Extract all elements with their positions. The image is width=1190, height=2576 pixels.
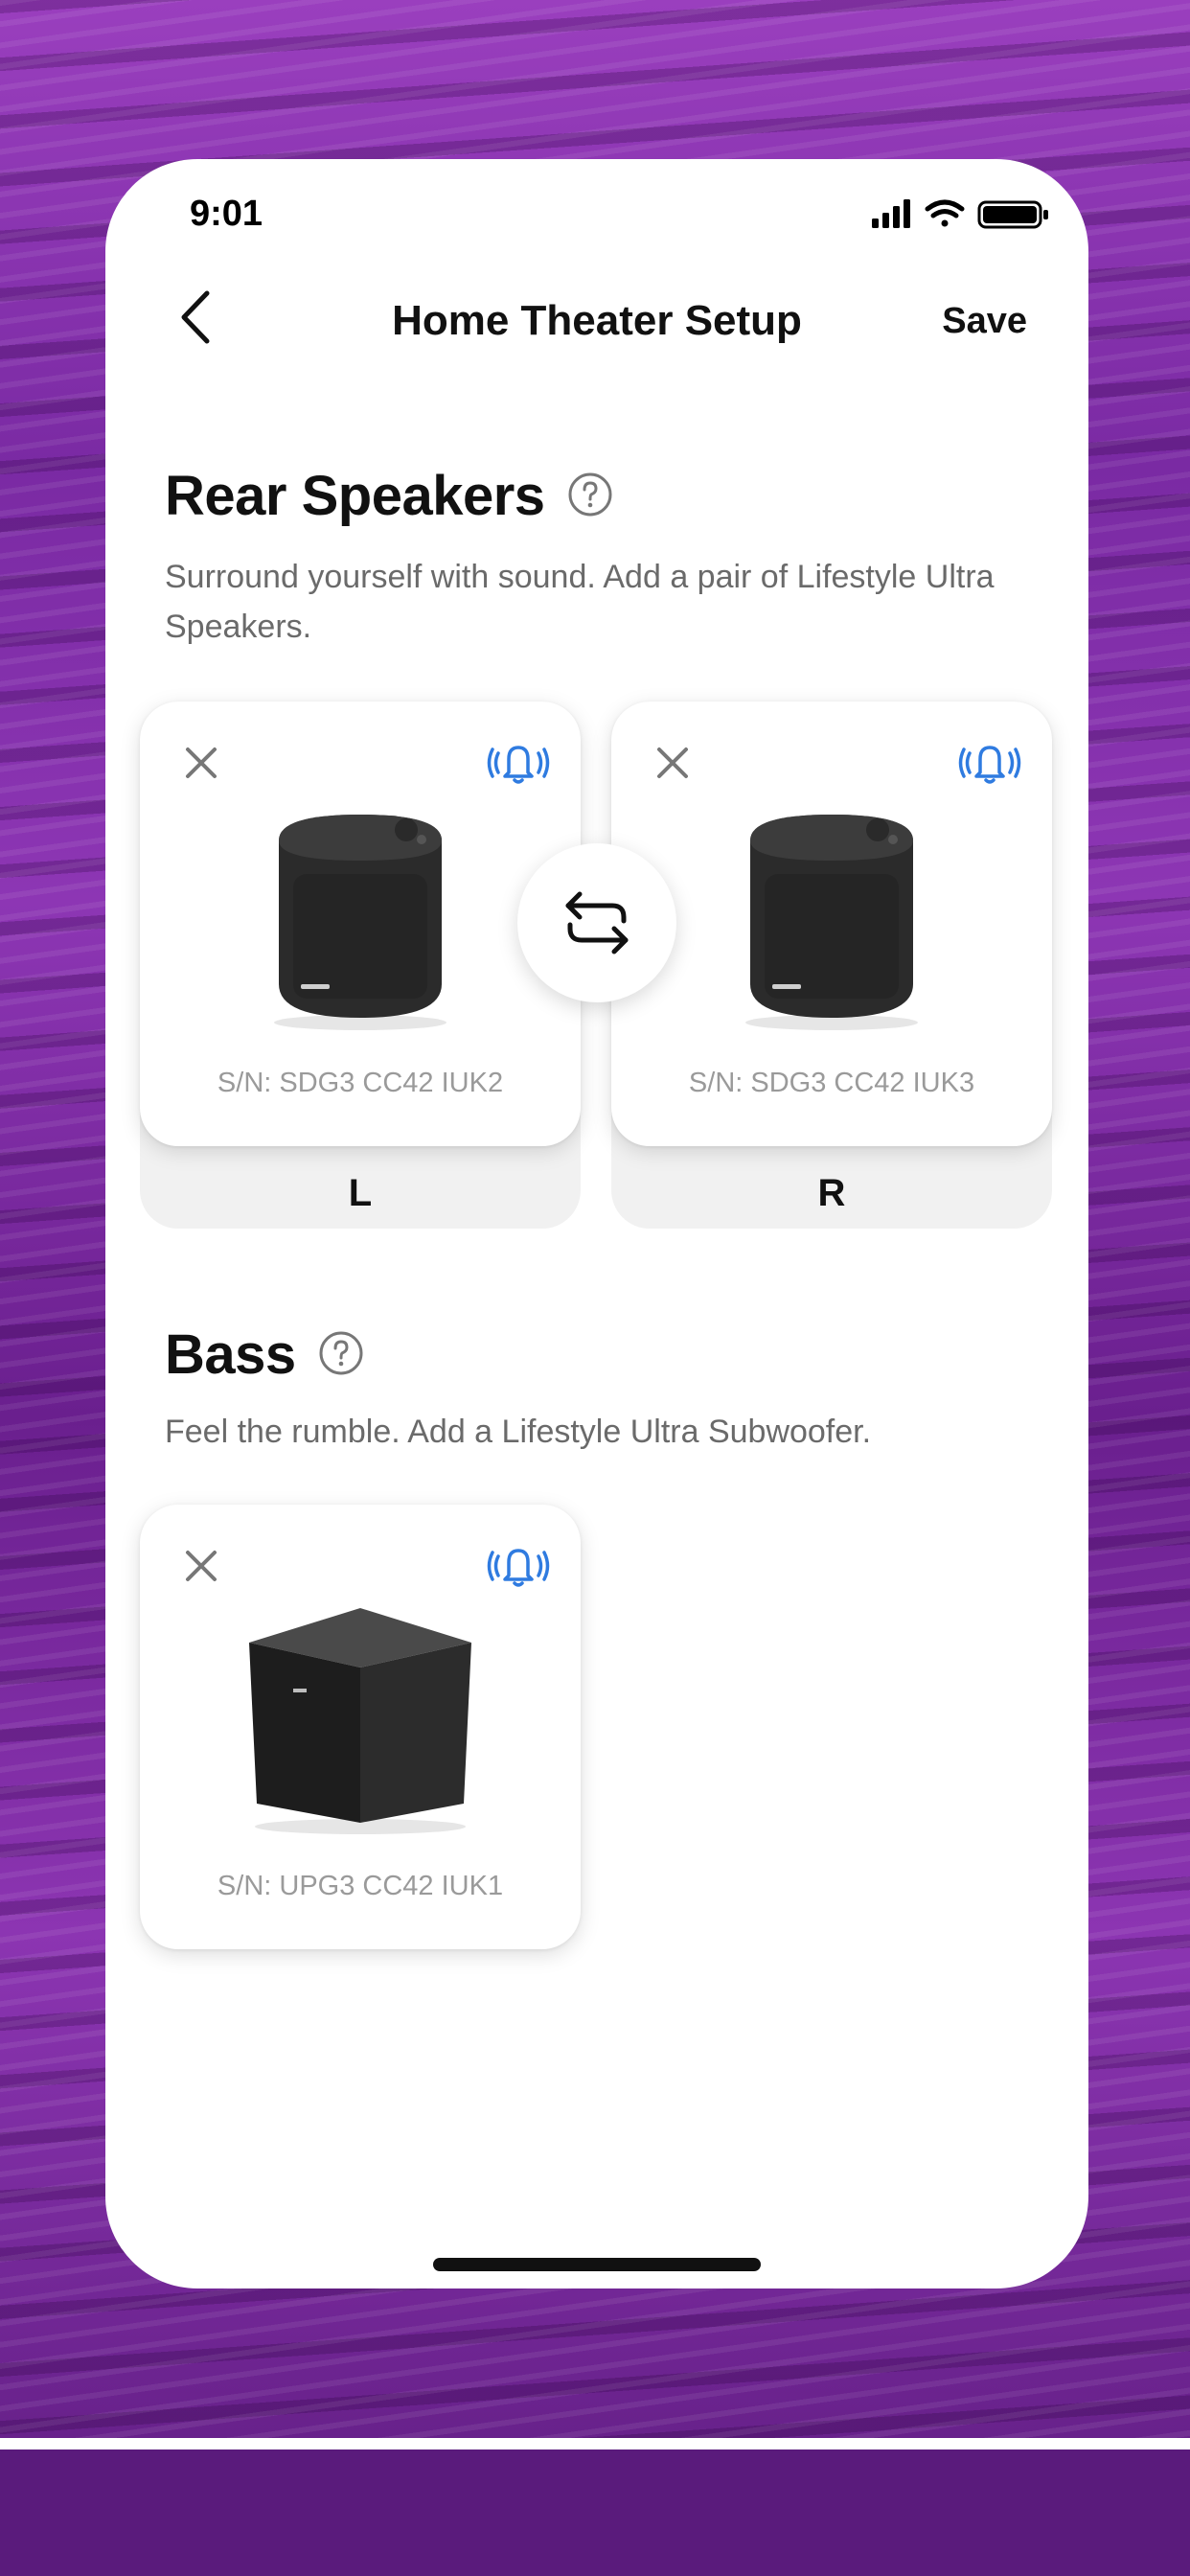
bell-ringing-icon[interactable] bbox=[485, 738, 552, 788]
close-icon[interactable] bbox=[650, 740, 696, 786]
position-label-left: L bbox=[348, 1172, 373, 1214]
close-icon[interactable] bbox=[178, 740, 224, 786]
close-icon[interactable] bbox=[178, 1543, 224, 1589]
swap-speakers-button[interactable] bbox=[517, 843, 676, 1002]
page-title: Home Theater Setup bbox=[392, 297, 802, 344]
rear-left-speaker-card[interactable]: S/N: SDG3 CC42 IUK2 bbox=[140, 702, 581, 1146]
bass-description: Feel the rumble. Add a Lifestyle Ultra S… bbox=[165, 1414, 872, 1450]
subwoofer-card[interactable]: S/N: UPG3 CC42 IUK1 bbox=[140, 1505, 581, 1949]
subwoofer-image bbox=[249, 1608, 471, 1834]
speaker-image bbox=[274, 815, 446, 1030]
speaker-image bbox=[745, 815, 918, 1030]
wifi-icon bbox=[925, 199, 965, 227]
status-time: 9:01 bbox=[190, 194, 263, 234]
help-icon[interactable] bbox=[567, 472, 613, 518]
speaker-serial: S/N: SDG3 CC42 IUK3 bbox=[688, 1068, 975, 1098]
battery-icon bbox=[977, 200, 1048, 229]
bell-ringing-icon[interactable] bbox=[485, 1541, 552, 1591]
signal-icon bbox=[872, 199, 910, 228]
bass-title: Bass bbox=[165, 1323, 296, 1386]
rear-right-speaker-card[interactable]: S/N: SDG3 CC42 IUK3 bbox=[611, 702, 1052, 1146]
bell-ringing-icon[interactable] bbox=[956, 738, 1023, 788]
speaker-serial: S/N: SDG3 CC42 IUK2 bbox=[217, 1068, 504, 1098]
rear-speakers-title: Rear Speakers bbox=[165, 465, 545, 527]
help-icon[interactable] bbox=[318, 1330, 364, 1376]
phone-screen: 9:01 Home Theater Setup Save Rear Speake… bbox=[105, 159, 1088, 2288]
background-band bbox=[0, 2450, 1190, 2576]
position-label-right: R bbox=[817, 1172, 846, 1214]
background-divider bbox=[0, 2438, 1190, 2450]
save-button[interactable]: Save bbox=[942, 301, 1027, 342]
rear-speakers-description: Surround yourself with sound. Add a pair… bbox=[165, 559, 995, 645]
swap-icon bbox=[565, 891, 629, 954]
home-indicator[interactable] bbox=[433, 2258, 761, 2271]
status-icons bbox=[872, 199, 1048, 229]
subwoofer-serial: S/N: UPG3 CC42 IUK1 bbox=[217, 1871, 504, 1901]
